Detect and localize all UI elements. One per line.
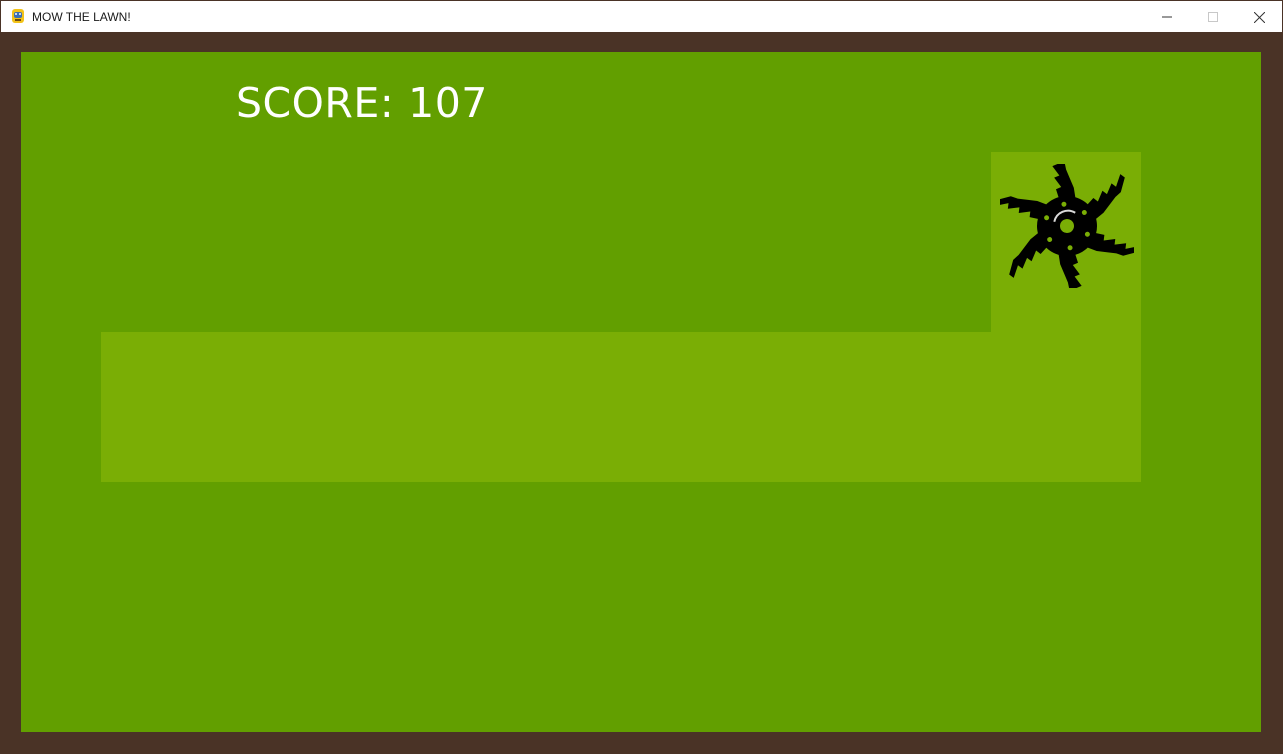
pygame-snake-icon <box>12 9 24 23</box>
minimize-icon <box>1162 16 1172 18</box>
title-bar[interactable]: MOW THE LAWN! <box>1 1 1282 33</box>
maximize-button[interactable] <box>1190 2 1236 32</box>
close-icon <box>1253 11 1265 23</box>
score-value: 107 <box>408 79 488 127</box>
window-title: MOW THE LAWN! <box>32 10 131 24</box>
spinning-blade-icon <box>1000 164 1134 288</box>
game-window: MOW THE LAWN! SCORE: 107 <box>0 0 1283 754</box>
score-label: SCORE: <box>236 79 395 127</box>
maximize-icon <box>1208 12 1218 22</box>
minimize-button[interactable] <box>1144 2 1190 32</box>
mowed-strip <box>101 332 1141 482</box>
score-display: SCORE: 107 <box>236 79 488 127</box>
close-button[interactable] <box>1236 2 1282 32</box>
